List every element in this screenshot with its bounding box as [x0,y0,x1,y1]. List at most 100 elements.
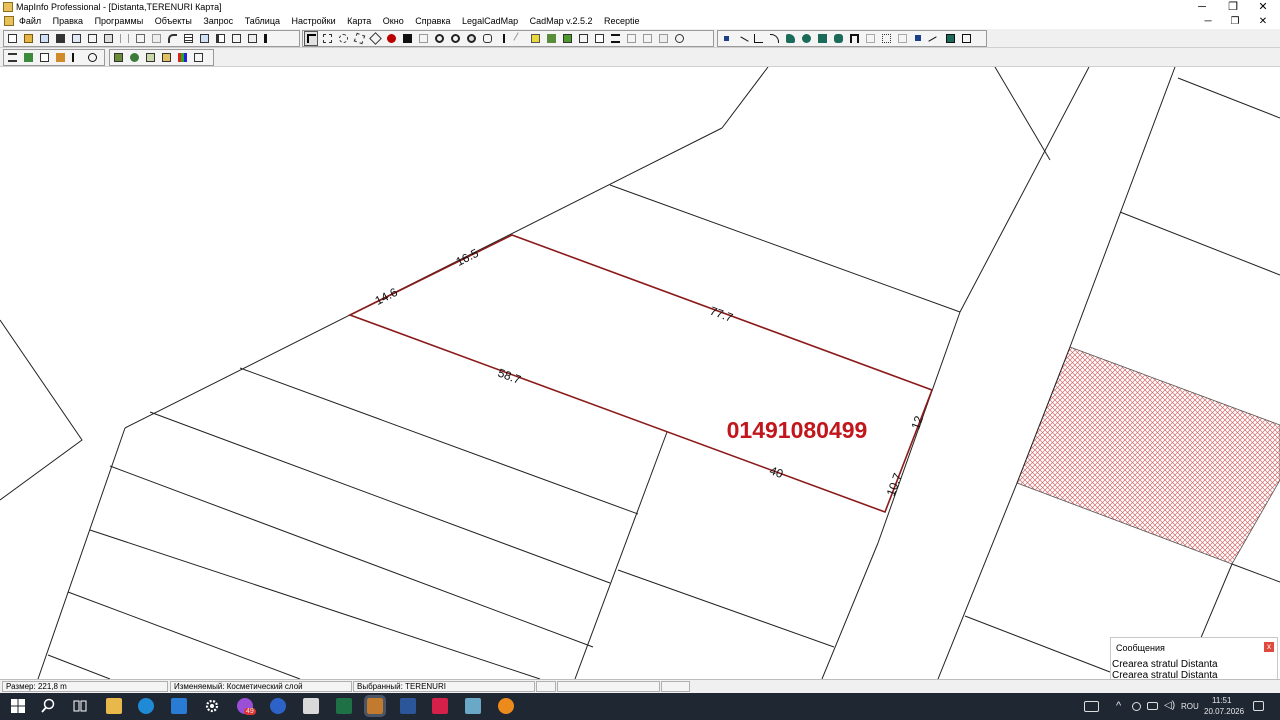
open-workspace-button[interactable] [37,31,51,46]
layout-button[interactable] [85,31,99,46]
network-icon[interactable] [1147,702,1158,710]
run-program-icon[interactable] [5,50,19,65]
scale-bar-icon[interactable] [624,31,638,46]
app-icon[interactable] [465,698,481,714]
menu-edit[interactable]: Правка [53,16,83,26]
layer-control-icon[interactable] [560,31,574,46]
label-tool-icon[interactable] [528,31,542,46]
keyboard-icon[interactable] [1084,701,1099,712]
messages-close-button[interactable]: x [1264,642,1274,652]
notifications-icon[interactable] [1253,701,1264,711]
cut-icon[interactable] [117,31,131,46]
settings-gear-icon[interactable] [204,698,220,714]
volume-icon[interactable]: ◁) [1164,700,1175,711]
drag-map-icon[interactable] [544,31,558,46]
new-layout-button[interactable] [229,31,243,46]
clock-icon[interactable] [85,50,99,65]
ruler-icon[interactable] [576,31,590,46]
symbol-tool-icon[interactable] [719,31,733,46]
unselect-icon[interactable] [384,31,398,46]
rounded-rect-tool-icon[interactable] [831,31,845,46]
new-browser-button[interactable] [181,31,195,46]
task-view-icon[interactable] [72,698,88,714]
menu-settings[interactable]: Настройки [292,16,336,26]
menu-objects[interactable]: Объекты [155,16,192,26]
app-icon[interactable] [270,698,286,714]
copy-icon[interactable] [133,31,147,46]
status-editable-layer[interactable]: Изменяемый: Косметический слой [170,681,352,692]
menu-programs[interactable]: Программы [95,16,144,26]
microsoft-store-icon[interactable] [171,698,187,714]
file-explorer-icon[interactable] [106,698,122,714]
menu-map[interactable]: Карта [347,16,371,26]
tray-app-icon[interactable] [1132,702,1141,711]
app-icon[interactable] [303,698,319,714]
help-pointer-icon[interactable] [261,31,275,46]
menu-window[interactable]: Окно [383,16,404,26]
radius-select-icon[interactable] [336,31,350,46]
polygon-tool-icon[interactable] [783,31,797,46]
close-button[interactable]: ✕ [1248,0,1278,14]
rectangle-tool-icon[interactable] [815,31,829,46]
text-style-icon[interactable] [959,31,973,46]
menu-receptie[interactable]: Receptie [604,16,640,26]
mapinfo-taskbar-icon[interactable] [364,695,386,717]
menu-legalcadmap[interactable]: LegalCadMap [462,16,518,26]
new-grapher-button[interactable] [213,31,227,46]
app-icon[interactable] [432,698,448,714]
cad-shape-icon[interactable] [127,50,141,65]
table-tool-icon[interactable] [37,50,51,65]
graph-select-icon[interactable] [416,31,430,46]
clock-time[interactable]: 11:51 [1212,696,1231,705]
minimize-button[interactable]: ─ [1187,0,1217,14]
marquee-select-icon[interactable] [320,31,334,46]
cad-image-icon[interactable] [143,50,157,65]
document-icon[interactable] [4,16,14,26]
select-arrow-icon[interactable] [304,31,318,46]
zoom-in-icon[interactable] [432,31,446,46]
word-icon[interactable] [400,698,416,714]
info-tool-icon[interactable] [496,31,510,46]
frame-tool-icon[interactable] [863,31,877,46]
save-button[interactable] [53,31,67,46]
menu-file[interactable]: Файл [19,16,41,26]
menu-cadmap[interactable]: CadMap v.2.5.2 [530,16,593,26]
menu-query[interactable]: Запрос [203,16,233,26]
save-workspace-button[interactable] [69,31,83,46]
catalog-icon[interactable] [21,50,35,65]
workspace-tool-icon[interactable] [53,50,67,65]
language-indicator[interactable]: ROU [1181,702,1199,711]
map-canvas[interactable]: 14.6 16.5 77.7 58.7 40 12 10.7 014910804… [0,67,1280,679]
edge-browser-icon[interactable] [138,698,154,714]
excel-icon[interactable] [336,698,352,714]
cad-palette-icon[interactable] [175,50,189,65]
region-style-icon[interactable] [943,31,957,46]
cad-layer-icon[interactable] [111,50,125,65]
add-node-icon[interactable] [895,31,909,46]
legend-icon[interactable] [592,31,606,46]
show-cartesian-icon[interactable] [672,31,686,46]
text-tool-icon[interactable] [847,31,861,46]
arc-tool-icon[interactable] [767,31,781,46]
doc-close-button[interactable]: ✕ [1252,15,1274,28]
polyline-tool-icon[interactable] [751,31,765,46]
zoom-out-icon[interactable] [448,31,462,46]
grabber-hand-icon[interactable] [480,31,494,46]
symbol-style-icon[interactable] [911,31,925,46]
set-target-icon[interactable] [656,31,670,46]
status-selected-layer[interactable]: Выбранный: TERENURI [353,681,535,692]
clock-date[interactable]: 20.07.2026 [1204,707,1244,716]
ellipse-tool-icon[interactable] [799,31,813,46]
print-button[interactable] [101,31,115,46]
menu-help[interactable]: Справка [415,16,450,26]
cad-window-icon[interactable] [191,50,205,65]
maximize-button[interactable]: ❐ [1218,0,1248,14]
hatched-parcel[interactable] [1016,346,1280,565]
statistics-sigma-icon[interactable] [608,31,622,46]
app-icon[interactable] [498,698,514,714]
polygon-select-icon[interactable] [352,31,366,46]
cursor-info-icon[interactable] [69,50,83,65]
new-mapper-button[interactable] [197,31,211,46]
windows-start-icon[interactable] [10,698,26,714]
search-icon[interactable] [40,698,56,714]
